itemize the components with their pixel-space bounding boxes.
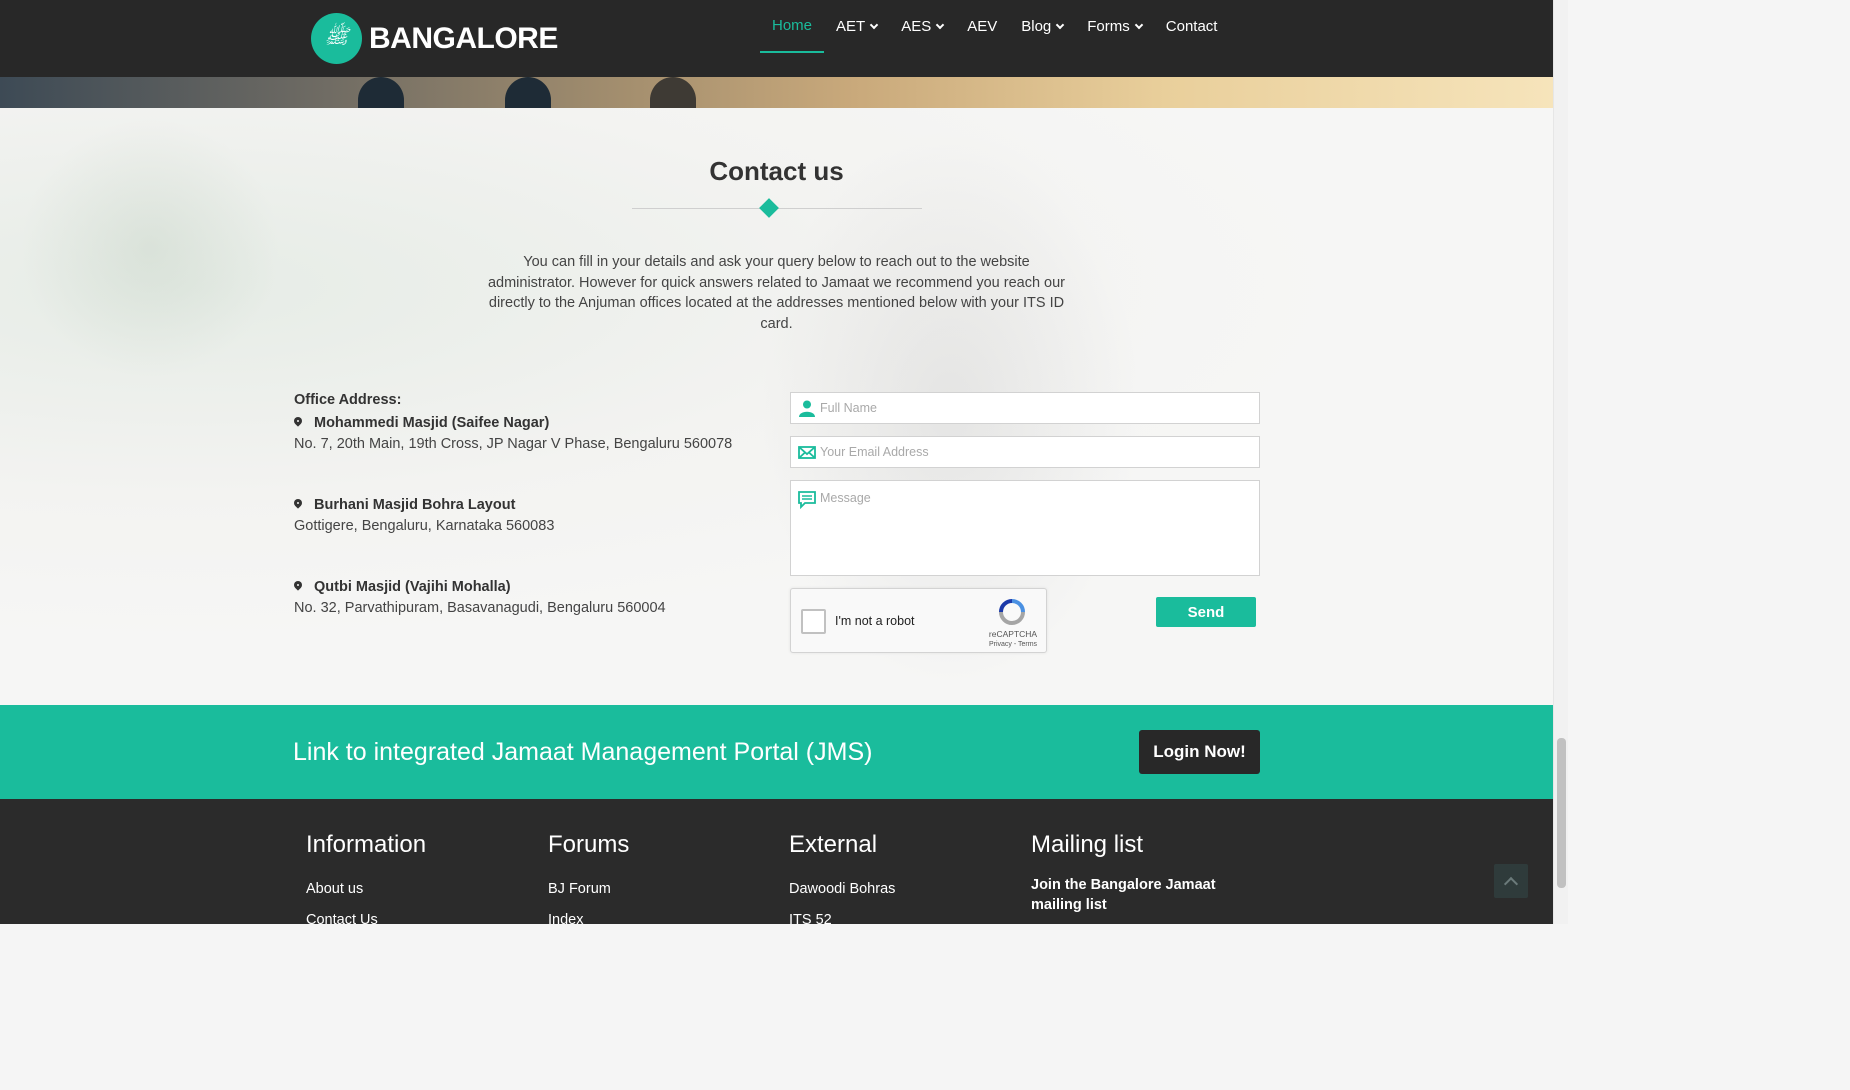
login-now-button[interactable]: Login Now! — [1139, 730, 1260, 774]
arch-decoration — [505, 77, 551, 108]
arch-decoration — [650, 77, 696, 108]
jms-link-text: Link to integrated Jamaat Management Por… — [293, 738, 873, 766]
recaptcha-checkbox[interactable] — [801, 609, 826, 634]
send-button[interactable]: Send — [1156, 597, 1256, 627]
nav-item-label: AES — [901, 18, 932, 35]
message-field — [790, 480, 1260, 576]
nav-item-forms[interactable]: Forms — [1075, 0, 1154, 53]
map-pin-icon — [294, 417, 302, 429]
footer-column-forums: Forums BJ Forum Index — [548, 831, 629, 943]
footer-link-dawoodi-bohras[interactable]: Dawoodi Bohras — [789, 881, 895, 897]
recaptcha-brand: reCAPTCHA — [988, 629, 1038, 639]
footer-column-mailing-list: Mailing list Join the Bangalore Jamaat m… — [1031, 831, 1241, 915]
page-scrollbar[interactable] — [1553, 0, 1568, 924]
office-address: Gottigere, Bengaluru, Karnataka 560083 — [294, 517, 555, 534]
message-textarea[interactable] — [820, 481, 1259, 573]
back-to-top-button[interactable] — [1494, 864, 1528, 898]
jms-banner: Link to integrated Jamaat Management Por… — [0, 705, 1553, 799]
nav-item-aes[interactable]: AES — [889, 0, 955, 53]
office-address: No. 7, 20th Main, 19th Cross, JP Nagar V… — [294, 435, 733, 452]
contact-section: Contact us You can fill in your details … — [0, 108, 1553, 705]
office-address-item: Burhani Masjid Bohra Layout Gottigere, B… — [294, 495, 554, 536]
scrollbar-thumb[interactable] — [1557, 738, 1566, 888]
envelope-icon — [798, 446, 816, 459]
chevron-down-icon — [869, 20, 879, 29]
footer-link-contact-us[interactable]: Contact Us — [306, 912, 426, 928]
top-navbar: ﷺ BANGALORE Home AET AES AEV Blog Forms … — [0, 0, 1553, 77]
office-address-item: Mohammedi Masjid (Saifee Nagar) No. 7, 2… — [294, 413, 732, 454]
mailing-list-text: Join the Bangalore Jamaat mailing list — [1031, 877, 1216, 913]
nav-item-label: Home — [772, 17, 813, 34]
office-name: Qutbi Masjid (Vajihi Mohalla) — [314, 579, 511, 595]
nav-item-blog[interactable]: Blog — [1009, 0, 1075, 53]
diamond-icon — [759, 198, 779, 218]
nav-item-label: Contact — [1165, 18, 1218, 35]
footer-link-about-us[interactable]: About us — [306, 881, 426, 897]
footer-column-title: Forums — [548, 831, 630, 858]
footer-column-title: External — [789, 831, 878, 858]
footer-link-its-52[interactable]: ITS 52 — [789, 912, 895, 928]
intro-text: You can fill in your details and ask you… — [487, 254, 1066, 332]
full-name-field — [790, 392, 1260, 424]
site-footer: Information About us Contact Us Forums B… — [0, 799, 1553, 928]
nav-item-label: Blog — [1021, 18, 1052, 35]
footer-link-bj-forum[interactable]: BJ Forum — [548, 881, 629, 897]
office-address-item: Qutbi Masjid (Vajihi Mohalla) No. 32, Pa… — [294, 577, 666, 618]
nav-item-label: AEV — [967, 18, 998, 35]
chevron-down-icon — [1134, 20, 1144, 29]
main-nav: Home AET AES AEV Blog Forms Contact — [760, 0, 1229, 77]
full-name-input[interactable] — [820, 393, 1259, 423]
nav-item-label: AET — [836, 18, 866, 35]
nav-item-label: Forms — [1087, 18, 1130, 35]
recaptcha-logo-icon — [999, 599, 1025, 625]
office-name-row: Burhani Masjid Bohra Layout — [294, 495, 554, 516]
footer-link-index[interactable]: Index — [548, 912, 629, 928]
office-address-heading: Office Address: — [294, 392, 402, 408]
chevron-down-icon — [935, 20, 945, 29]
hero-image-strip — [0, 77, 1553, 108]
office-address: No. 32, Parvathipuram, Basavanagudi, Ben… — [294, 599, 666, 616]
map-pin-icon — [294, 499, 302, 511]
chevron-down-icon — [1056, 20, 1065, 29]
footer-column-title: Information — [306, 831, 427, 858]
user-icon — [799, 400, 815, 417]
recaptcha-label: I'm not a robot — [835, 614, 915, 628]
brand-logo: ﷺ — [311, 13, 362, 64]
nav-item-contact[interactable]: Contact — [1154, 0, 1230, 53]
email-input[interactable] — [820, 437, 1259, 467]
footer-column-title: Mailing list — [1031, 831, 1144, 858]
recaptcha-privacy-terms-link[interactable]: Privacy - Terms — [979, 641, 1047, 648]
recaptcha-widget: I'm not a robot reCAPTCHA Privacy - Term… — [790, 588, 1047, 653]
section-title: Contact us — [709, 156, 844, 186]
comment-icon — [798, 491, 816, 509]
office-name: Mohammedi Masjid (Saifee Nagar) — [314, 415, 550, 431]
office-name: Burhani Masjid Bohra Layout — [314, 497, 516, 513]
nav-item-aet[interactable]: AET — [824, 0, 889, 53]
brand-name: BANGALORE — [369, 21, 558, 55]
office-name-row: Qutbi Masjid (Vajihi Mohalla) — [294, 577, 666, 598]
map-pin-icon — [294, 581, 302, 593]
office-name-row: Mohammedi Masjid (Saifee Nagar) — [294, 413, 732, 434]
nav-item-home[interactable]: Home — [760, 0, 825, 53]
email-field — [790, 436, 1260, 468]
arch-decoration — [358, 77, 404, 108]
footer-column-information: Information About us Contact Us — [306, 831, 426, 943]
footer-column-external: External Dawoodi Bohras ITS 52 — [789, 831, 895, 943]
nav-item-aev[interactable]: AEV — [955, 0, 1009, 53]
brand-link[interactable]: ﷺ BANGALORE — [311, 13, 558, 64]
